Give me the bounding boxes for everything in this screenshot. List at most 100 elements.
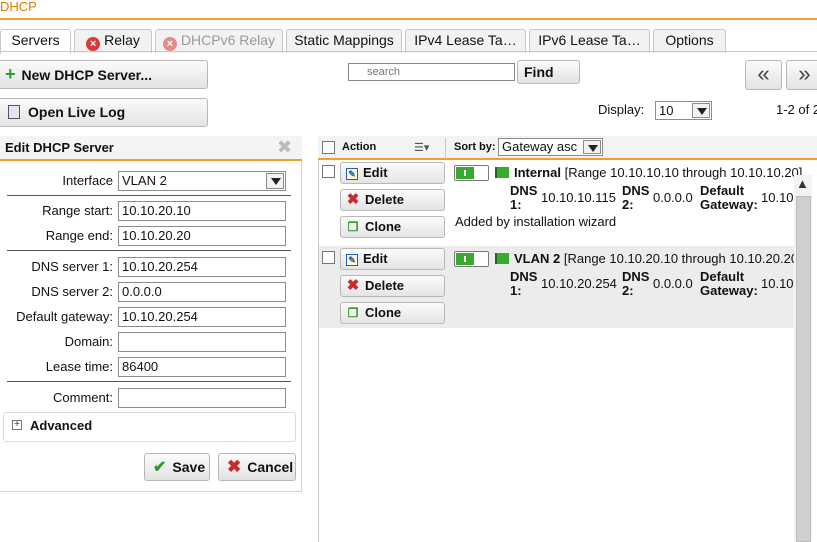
tab-label: Servers [11, 32, 60, 48]
cancel-button[interactable]: ✖ Cancel [218, 453, 296, 481]
interface-select[interactable]: VLAN 2 [118, 171, 286, 191]
default-gateway-input[interactable]: 10.10.20.254 [118, 307, 286, 327]
gateway-label: Default Gateway: [700, 270, 758, 298]
tab-static-mappings[interactable]: Static Mappings [286, 29, 402, 53]
action-header: Action [342, 141, 377, 153]
lease-time-label: Lease time: [45, 359, 113, 374]
flag-icon [495, 167, 509, 178]
dns-server-1-label: DNS server 1: [31, 259, 113, 274]
row-title: VLAN 2 [Range 10.10.20.10 through 10.10.… [514, 251, 802, 266]
divider [7, 250, 291, 251]
new-dhcp-server-button[interactable]: + New DHCP Server... [0, 60, 208, 89]
cancel-label: Cancel [247, 459, 294, 475]
sort-select[interactable]: Gateway asc [498, 138, 603, 156]
error-x-icon: × [86, 37, 101, 51]
tab-ipv6-lease[interactable]: IPv6 Lease Ta… [529, 29, 650, 53]
row-name: Internal [514, 165, 561, 180]
open-live-log-button[interactable]: Open Live Log [0, 98, 208, 127]
gateway-label-line1: Default [700, 269, 745, 284]
comment-input[interactable] [118, 388, 286, 408]
clone-icon: ❐ [347, 306, 359, 320]
delete-x-icon: ✖ [346, 191, 360, 208]
display-count-value: 10 [659, 103, 674, 118]
tab-label: DHCPv6 Relay [180, 32, 276, 48]
next-page-button[interactable]: » [786, 60, 817, 90]
gateway-label-line1: Default [700, 183, 745, 198]
range-start-input[interactable]: 10.10.20.10 [118, 201, 286, 221]
tab-divider [0, 51, 817, 52]
dns1-label-line2: 1: [510, 197, 522, 212]
chevron-down-icon [266, 173, 284, 189]
edit-icon: ✎ [346, 254, 358, 266]
save-label: Save [172, 459, 206, 475]
dns1-label-line1: DNS [510, 269, 538, 284]
toggle-on-indicator [456, 167, 474, 179]
dns2-value: 0.0.0.0 [653, 276, 693, 291]
dns2-label-line2: 2: [622, 197, 634, 212]
sort-value: Gateway asc [502, 139, 578, 154]
dns1-label: DNS 1: [510, 184, 537, 212]
row-title: Internal [Range 10.10.10.10 through 10.1… [514, 165, 802, 180]
tab-relay[interactable]: × Relay [74, 29, 152, 53]
tab-bar: Servers × Relay × DHCPv6 Relay Static Mapp… [0, 27, 817, 54]
row-checkbox[interactable] [322, 165, 335, 178]
sort-label: Sort by: [454, 141, 496, 153]
open-live-log-label: Open Live Log [28, 104, 126, 120]
tab-label: Relay [104, 32, 140, 48]
clone-icon: ❐ [347, 220, 359, 234]
interface-value: VLAN 2 [122, 173, 167, 188]
advanced-label: Advanced [30, 418, 93, 433]
range-start-label: Range start: [42, 203, 113, 218]
dns1-value: 10.10.10.115 [541, 190, 616, 205]
enabled-toggle[interactable] [454, 165, 489, 181]
enabled-toggle[interactable] [454, 251, 489, 267]
previous-page-button[interactable]: « [745, 60, 782, 90]
delete-button[interactable]: ✖ Delete [340, 189, 445, 211]
find-button[interactable]: Find [517, 60, 580, 84]
column-menu-icon[interactable]: ☰▾ [414, 141, 429, 154]
row-name: VLAN 2 [514, 251, 561, 266]
comment-label: Comment: [53, 390, 113, 405]
dns-server-2-input[interactable]: 0.0.0.0 [118, 282, 286, 302]
clone-label: Clone [365, 219, 402, 234]
tab-ipv4-lease[interactable]: IPv4 Lease Ta… [405, 29, 526, 53]
clone-button[interactable]: ❐ Clone [340, 302, 445, 324]
select-all-checkbox[interactable] [322, 141, 335, 154]
page-title: DHCP [0, 0, 37, 14]
tab-dhcpv6-relay[interactable]: × DHCPv6 Relay [155, 29, 283, 53]
expand-icon[interactable]: + [12, 420, 22, 430]
row-checkbox[interactable] [322, 251, 335, 264]
dns-server-1-input[interactable]: 10.10.20.254 [118, 257, 286, 277]
cancel-x-icon: ✖ [227, 457, 242, 476]
scroll-up-icon[interactable]: ▲ [796, 176, 809, 191]
search-input[interactable] [348, 63, 515, 81]
edit-icon: ✎ [346, 168, 358, 180]
save-button[interactable]: ✔ Save [144, 453, 210, 481]
dns2-label-line1: DNS [622, 269, 650, 284]
dns2-label: DNS 2: [622, 270, 649, 298]
lease-time-input[interactable]: 86400 [118, 357, 286, 377]
clone-button[interactable]: ❐ Clone [340, 216, 445, 238]
tab-options[interactable]: Options [653, 29, 726, 53]
domain-input[interactable] [118, 332, 286, 352]
divider [7, 195, 291, 196]
interface-label: Interface [62, 173, 113, 188]
range-end-input[interactable]: 10.10.20.20 [118, 226, 286, 246]
scrollbar-thumb[interactable] [796, 196, 811, 542]
panel-title: Edit DHCP Server [5, 140, 114, 155]
dns2-label: DNS 2: [622, 184, 649, 212]
plus-icon: + [5, 64, 16, 84]
delete-button[interactable]: ✖ Delete [340, 275, 445, 297]
edit-button[interactable]: ✎ Edit [340, 248, 445, 270]
edit-button[interactable]: ✎ Edit [340, 162, 445, 184]
row-comment: Added by installation wizard [455, 214, 617, 229]
checkmark-icon: ✔ [153, 459, 167, 476]
tab-label: IPv4 Lease Ta… [414, 32, 517, 48]
gateway-label-line2: Gateway: [700, 197, 758, 212]
close-icon[interactable]: ✖ [277, 137, 292, 158]
display-count-select[interactable]: 10 [655, 101, 712, 120]
dns2-value: 0.0.0.0 [653, 190, 693, 205]
default-gateway-label: Default gateway: [16, 309, 113, 324]
delete-label: Delete [365, 278, 405, 293]
chevron-down-icon [583, 140, 601, 154]
